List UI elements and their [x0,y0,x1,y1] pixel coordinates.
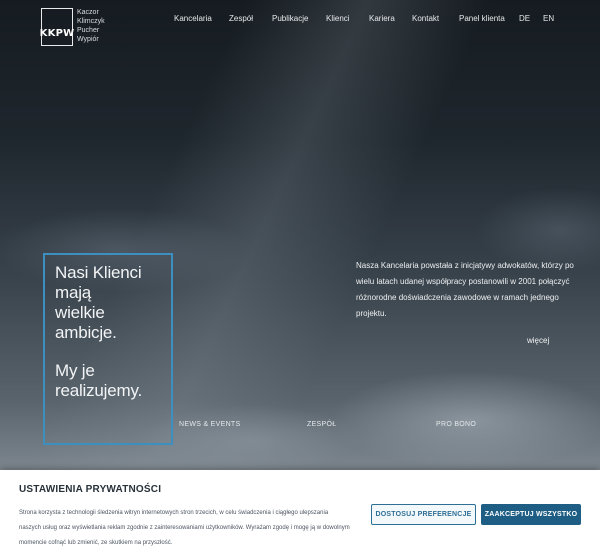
intro-text: Nasza Kancelaria powstała z inicjatywy a… [356,261,574,318]
headline-line-2: mają [55,283,92,302]
hero-background: KKPW Kaczor Klimczyk Pucher Wypiór Kance… [0,0,600,470]
headline-box: Nasi Klienci mają wielkie ambicje. My je… [43,253,173,445]
main-nav: Kancelaria Zespół Publikacje Klienci Kar… [0,14,600,28]
headline-line-6: realizujemy. [55,381,143,400]
nav-item-kontakt[interactable]: Kontakt [412,14,439,23]
customize-preferences-button[interactable]: DOSTOSUJ PREFERENCJE [371,504,476,525]
nav-lang-en[interactable]: EN [543,14,554,23]
headline-line-5: My je [55,361,95,380]
headline-line-1: Nasi Klienci [55,263,142,282]
nav-item-zespol[interactable]: Zespół [229,14,253,23]
nav-item-kancelaria[interactable]: Kancelaria [174,14,212,23]
headline-gap [55,343,161,361]
headline-line-3: wielkie [55,303,105,322]
nav-lang-de[interactable]: DE [519,14,530,23]
headline-line-4: ambicje. [55,323,117,342]
nav-item-panel-klienta[interactable]: Panel klienta [459,14,505,23]
cookie-title: USTAWIENIA PRYWATNOŚCI [19,484,162,495]
quick-link-pro-bono[interactable]: PRO BONO [436,421,476,428]
cookie-text: Strona korzysta z technologii śledzenia … [19,510,350,546]
accept-all-button[interactable]: ZAAKCEPTUJ WSZYSTKO [481,504,581,525]
nav-item-publikacje[interactable]: Publikacje [272,14,308,23]
quick-link-news[interactable]: NEWS & EVENTS [179,421,240,428]
nav-item-klienci[interactable]: Klienci [326,14,350,23]
nav-item-kariera[interactable]: Kariera [369,14,395,23]
cookie-banner: USTAWIENIA PRYWATNOŚCI Strona korzysta z… [0,470,600,560]
more-link[interactable]: więcej [527,336,549,345]
quick-link-zespol[interactable]: ZESPÓŁ [307,421,336,428]
logo-name-4: Wypiór [77,36,99,43]
